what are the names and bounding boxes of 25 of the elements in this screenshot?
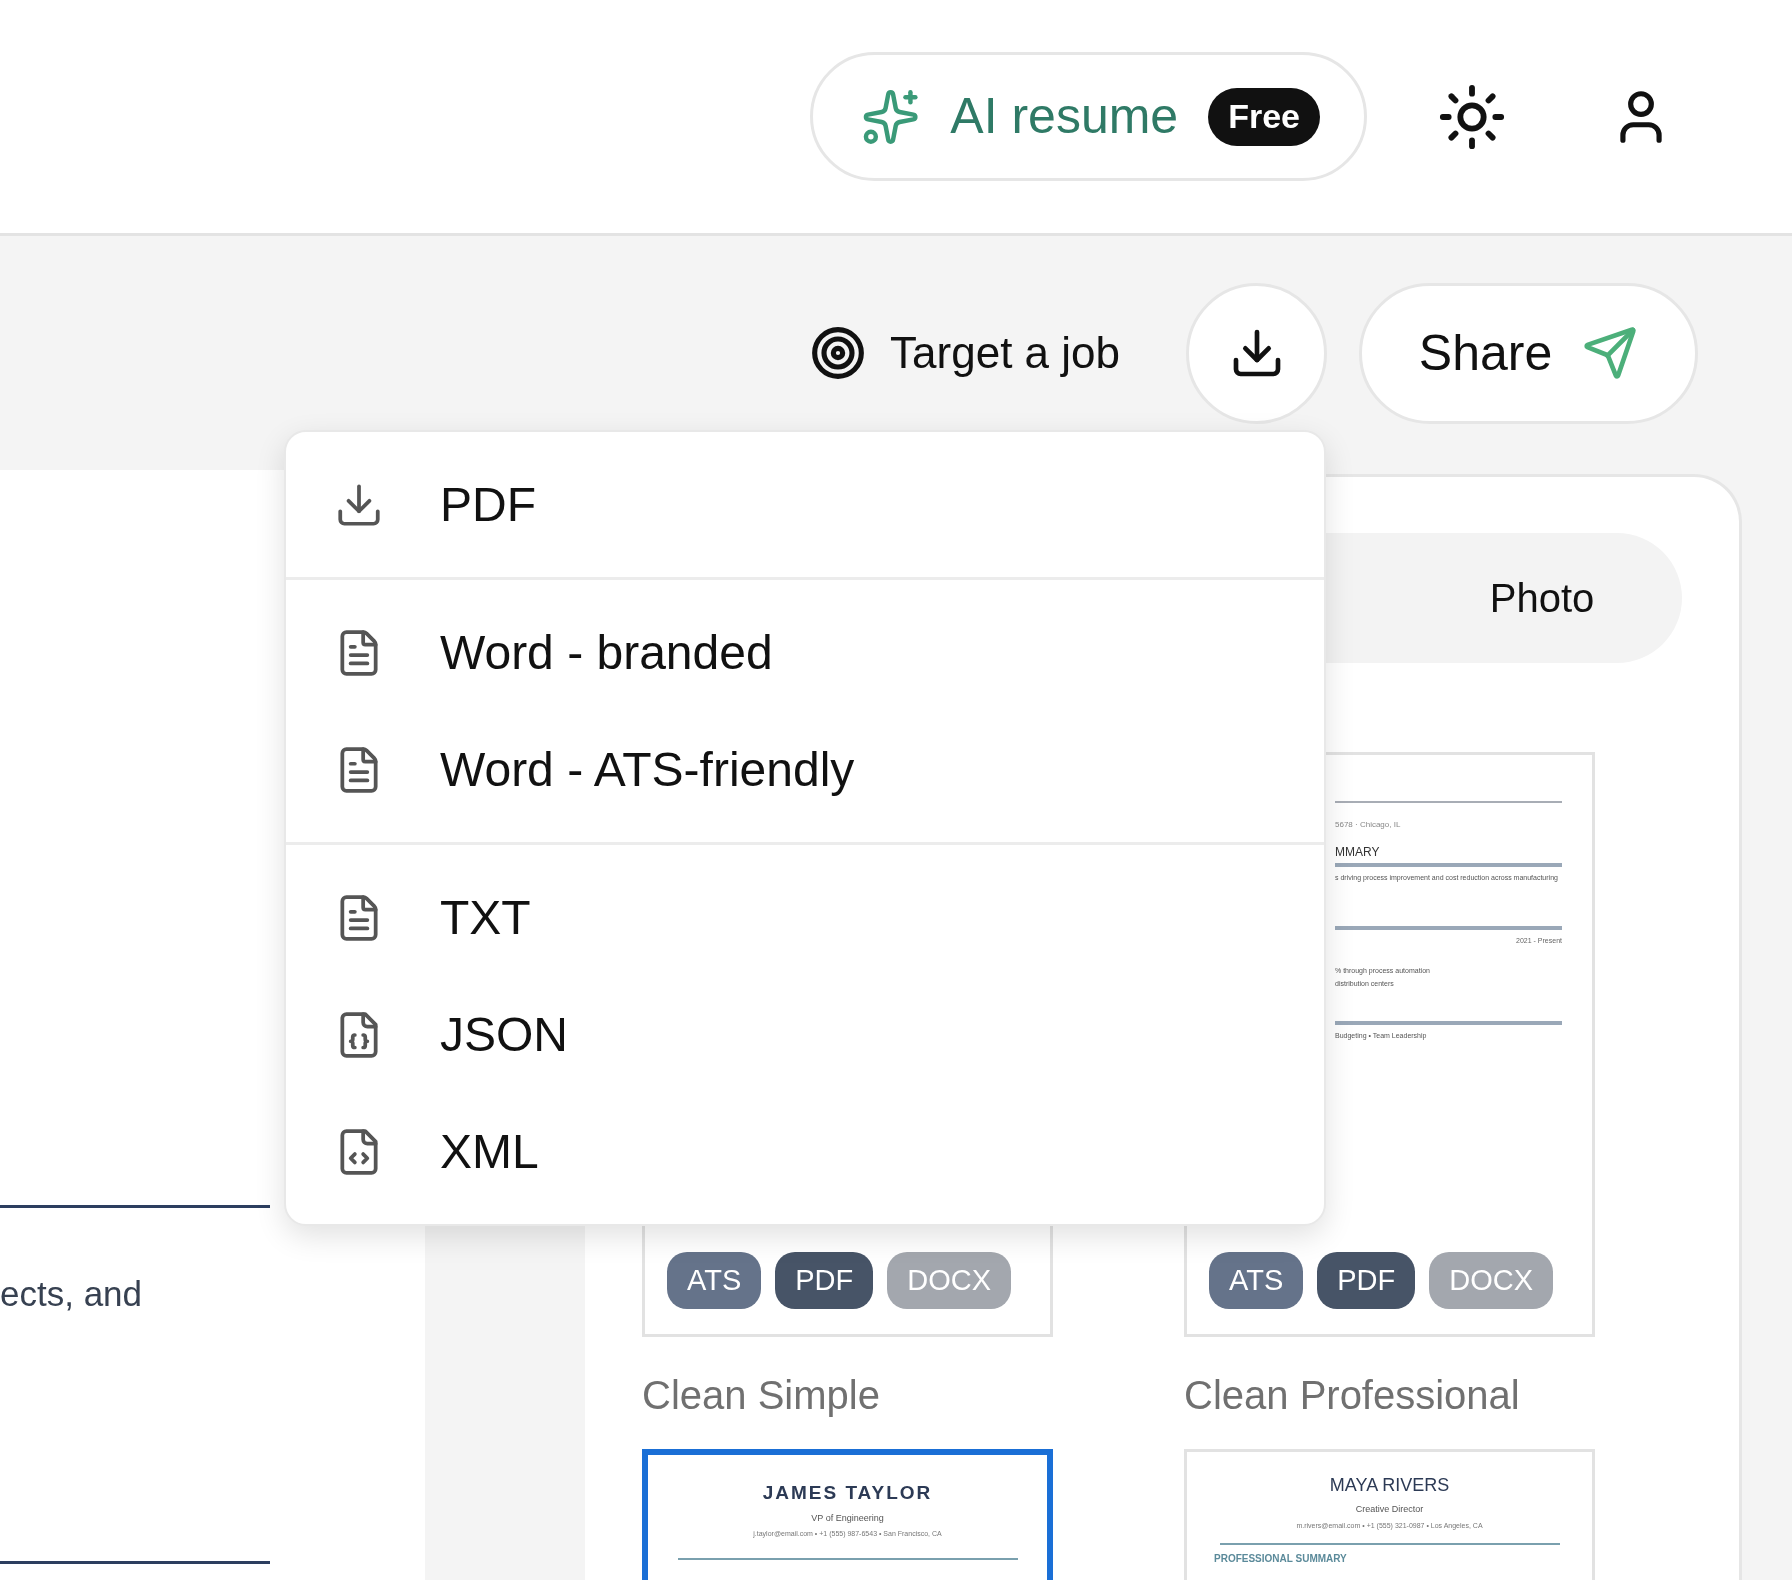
section-heading: PROFESSIONAL SUMMARY	[1214, 1552, 1347, 1566]
resume-name: MAYA RIVERS	[1329, 1474, 1450, 1497]
free-badge: Free	[1208, 87, 1320, 146]
export-menu-item[interactable]: Word - branded	[286, 594, 1324, 711]
editor-text: ects, and	[0, 1273, 144, 1315]
target-icon	[810, 325, 867, 381]
share-button[interactable]: Share	[1359, 282, 1698, 424]
section-heading: MMARY	[1335, 844, 1381, 861]
template-name: Clean Simple	[642, 1372, 881, 1419]
template-name: Clean Professional	[1184, 1372, 1521, 1419]
format-tag: DOCX	[887, 1252, 1012, 1309]
resume-name: JAMES TAYLOR	[762, 1481, 933, 1505]
ai-resume-button[interactable]: AI resume Free	[810, 52, 1367, 181]
target-job-button[interactable]: Target a job	[810, 320, 1120, 386]
contact-line: 5678 · Chicago, IL	[1335, 819, 1402, 831]
format-tag: ATS	[1209, 1252, 1304, 1309]
format-tag: DOCX	[1429, 1252, 1554, 1309]
export-menu-item[interactable]: PDF	[286, 446, 1324, 563]
ai-resume-label: AI resume	[950, 87, 1179, 146]
resume-title: Creative Director	[1355, 1503, 1424, 1516]
resume-title: VP of Engineering	[811, 1511, 884, 1525]
send-icon	[1582, 325, 1639, 381]
format-tag: PDF	[775, 1252, 874, 1309]
format-tag: ATS	[667, 1252, 762, 1309]
format-tag: PDF	[1317, 1252, 1416, 1309]
